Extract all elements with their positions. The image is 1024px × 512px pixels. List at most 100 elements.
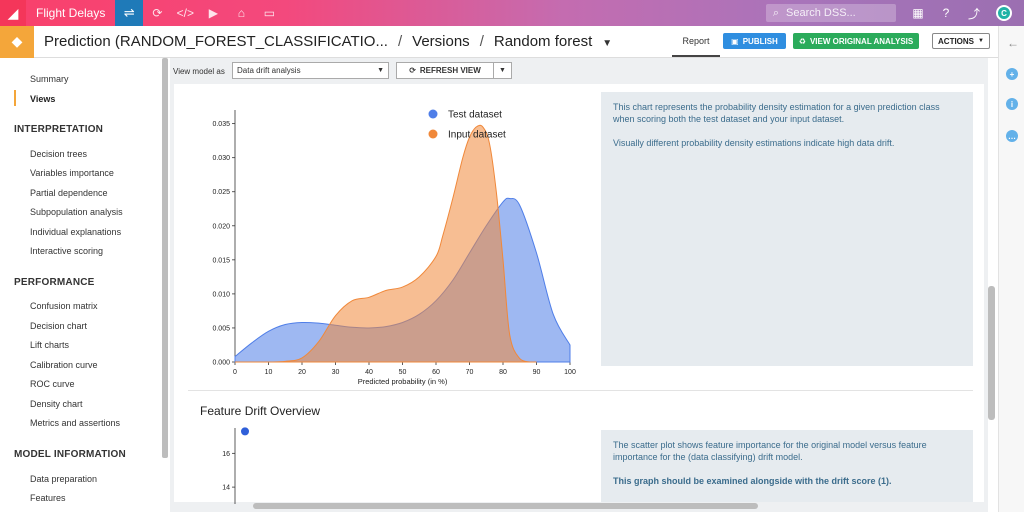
y-tick-label: 0.025 [212,189,230,196]
refresh-options-button[interactable]: ▼ [494,62,512,79]
sidebar-item-subpopulation-analysis[interactable]: Subpopulation analysis [30,207,123,217]
publish-button[interactable]: ▣ PUBLISH [723,33,786,49]
density-desc-p2: Visually different probability density e… [613,138,895,148]
sidebar-item-data-preparation[interactable]: Data preparation [30,474,97,484]
test-dataset-legend-label: Test dataset [448,110,502,121]
breadcrumb-current: Random forest [493,33,593,50]
chevron-down-icon: ▼ [377,67,384,74]
publish-label: PUBLISH [742,36,778,46]
view-model-select[interactable]: Data drift analysis ▼ [232,62,389,79]
sidebar-item-variables-importance[interactable]: Variables importance [30,168,114,178]
recycle-icon: ♻ [798,36,806,46]
sidebar-item-metrics-and-assertions[interactable]: Metrics and assertions [30,418,120,428]
publish-icon: ▣ [731,36,739,46]
chevron-down-icon[interactable]: ▼ [602,38,612,49]
recipe-icon[interactable]: ⟳ [143,0,171,26]
actions-button[interactable]: ACTIONS ▼ [932,33,990,49]
input-dataset-legend-marker [428,129,438,139]
wiki-icon[interactable]: ▭ [255,0,283,26]
density-description: This chart represents the probability de… [601,92,973,366]
breadcrumb-separator: / [397,33,403,50]
search-icon: ⌕ [772,6,780,19]
help-icon[interactable]: ? [934,0,958,26]
x-tick-label: 100 [564,369,576,376]
density-desc-p1: This chart represents the probability de… [613,102,940,124]
feature-drift-desc-p2: This graph should be examined alongside … [613,476,892,486]
breadcrumb: Prediction (RANDOM_FOREST_CLASSIFICATIO.… [34,33,612,50]
project-name[interactable]: Flight Delays [26,6,115,20]
search-placeholder: Search DSS... [786,7,856,19]
x-tick-label: 80 [499,369,507,376]
view-model-value: Data drift analysis [237,66,301,75]
dss-logo-icon[interactable]: ◢ [0,0,26,26]
refresh-icon: ⟳ [409,66,416,75]
breadcrumb-model[interactable]: Prediction (RANDOM_FOREST_CLASSIFICATIO.… [44,33,388,50]
actions-label: ACTIONS [938,36,975,46]
density-chart: 0 10 20 30 40 50 60 70 80 90 100 0.000 0.005 0.010 0.0… [212,109,576,386]
flow-icon[interactable]: ⇌ [115,0,144,26]
sidebar-item-lift-charts[interactable]: Lift charts [30,340,69,350]
activity-icon[interactable]: ⤴ [962,0,986,26]
view-model-label: View model as [173,66,225,76]
model-icon: ◆ [0,25,34,58]
feature-drift-desc-p1: The scatter plot shows feature importanc… [613,440,927,462]
x-tick-label: 90 [533,369,541,376]
chevron-down-icon: ▼ [978,38,984,44]
sidebar-item-calibration-curve[interactable]: Calibration curve [30,360,98,370]
section-model-information: MODEL INFORMATION [14,449,126,460]
refresh-label: REFRESH VIEW [419,66,481,75]
top-navbar: ◢ Flight Delays ⇌ ⟳ </> ▶ ⌂ ▭ ⌕ Search D… [0,0,1024,26]
active-indicator [14,90,16,106]
feature-drift-description: The scatter plot shows feature importanc… [601,430,973,502]
right-panel-bar: ← + i … [998,26,1024,512]
scatter-y-tick-label: 16 [222,451,230,458]
x-tick-label: 60 [432,369,440,376]
y-tick-label: 0.010 [212,291,230,298]
sidebar-item-decision-chart[interactable]: Decision chart [30,321,87,331]
chat-icon[interactable]: … [1006,130,1018,142]
model-header: ◆ Prediction (RANDOM_FOREST_CLASSIFICATI… [0,25,998,58]
y-tick-label: 0.020 [212,223,230,230]
y-tick-label: 0.000 [212,360,230,367]
sidebar-item-decision-trees[interactable]: Decision trees [30,149,87,159]
x-axis-label: Predicted probability (in %) [358,377,448,386]
view-toolbar: View model as Data drift analysis ▼ ⟳ RE… [170,62,570,80]
sidebar-item-density-chart[interactable]: Density chart [30,399,83,409]
dashboard-icon[interactable]: ⌂ [227,0,255,26]
horizontal-scrollbar[interactable] [253,503,758,509]
refresh-view-button[interactable]: ⟳ REFRESH VIEW [396,62,494,79]
x-tick-label: 50 [399,369,407,376]
arrow-left-icon[interactable]: ← [1007,36,1019,50]
tab-report[interactable]: Report [672,26,720,57]
sidebar-item-individual-explanations[interactable]: Individual explanations [30,227,121,237]
search-input[interactable]: ⌕ Search DSS... [766,4,896,22]
x-tick-label: 10 [265,369,273,376]
sidebar-item-views[interactable]: Views [30,94,55,104]
info-icon[interactable]: i [1006,98,1018,110]
avatar[interactable]: C [996,5,1012,21]
sidebar-item-roc-curve[interactable]: ROC curve [30,379,75,389]
test-dataset-legend-marker [428,109,438,119]
plus-icon[interactable]: + [1006,68,1018,80]
section-performance: PERFORMANCE [14,277,95,288]
code-icon[interactable]: </> [171,0,199,26]
sidebar-scrollbar[interactable] [162,58,168,458]
y-tick-label: 0.015 [212,257,230,264]
breadcrumb-separator: / [479,33,484,50]
feature-drift-title: Feature Drift Overview [200,404,321,418]
sidebar-item-summary[interactable]: Summary [30,74,69,84]
view-original-label: VIEW ORIGINAL ANALYSIS [809,36,914,46]
apps-icon[interactable]: ▦ [906,0,930,26]
sidebar-item-partial-dependence[interactable]: Partial dependence [30,188,108,198]
y-tick-label: 0.030 [212,155,230,162]
y-tick-label: 0.005 [212,325,230,332]
x-tick-label: 30 [332,369,340,376]
sidebar-item-interactive-scoring[interactable]: Interactive scoring [30,246,103,256]
breadcrumb-versions[interactable]: Versions [412,33,470,50]
main-scrollbar[interactable] [988,286,995,420]
view-original-analysis-button[interactable]: ♻ VIEW ORIGINAL ANALYSIS [793,33,919,49]
scatter-point [241,427,249,436]
sidebar-item-confusion-matrix[interactable]: Confusion matrix [30,301,98,311]
run-icon[interactable]: ▶ [199,0,227,26]
sidebar-item-features[interactable]: Features [30,493,66,503]
